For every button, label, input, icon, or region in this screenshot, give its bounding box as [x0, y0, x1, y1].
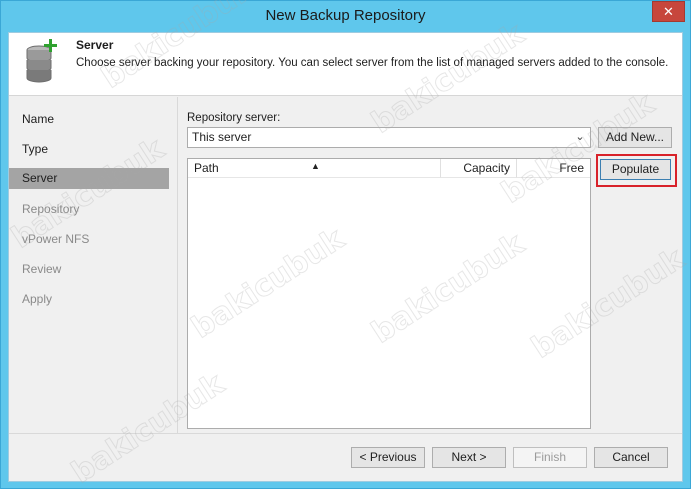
step-description: Choose server backing your repository. Y…	[76, 57, 669, 69]
chevron-down-icon[interactable]: ⌄	[574, 128, 586, 147]
column-header-capacity[interactable]: Capacity	[441, 159, 517, 178]
sort-ascending-icon: ▲	[311, 161, 320, 171]
footer-divider	[9, 433, 682, 434]
database-add-icon	[26, 39, 57, 83]
finish-button: Finish	[513, 447, 587, 468]
window-title: New Backup Repository	[265, 7, 426, 24]
nav-step-type[interactable]: Type	[9, 134, 169, 164]
column-path-label: Path	[194, 161, 219, 175]
nav-step-vpower-nfs: vPower NFS	[22, 232, 90, 246]
title-bar[interactable]: New Backup Repository ✕	[1, 1, 690, 32]
nav-step-repository: Repository	[22, 202, 80, 216]
nav-step-server[interactable]: Server	[9, 168, 169, 189]
step-title: Server	[76, 38, 114, 52]
wizard-steps-nav: Name Type Server Repository vPower NFS R…	[9, 97, 169, 433]
wizard-client-area: Server Choose server backing your reposi…	[8, 32, 683, 482]
repository-server-dropdown[interactable]: This server ⌄	[187, 127, 591, 148]
repository-server-label: Repository server:	[187, 112, 281, 124]
nav-divider	[177, 97, 178, 433]
close-button[interactable]: ✕	[652, 1, 685, 22]
wizard-header: Server Choose server backing your reposi…	[9, 33, 682, 96]
nav-step-apply: Apply	[22, 292, 53, 306]
cancel-button[interactable]: Cancel	[594, 447, 668, 468]
wizard-window: New Backup Repository ✕ Server Choose se…	[0, 0, 691, 491]
populate-button[interactable]: Populate	[600, 159, 671, 180]
add-new-button[interactable]: Add New...	[598, 127, 672, 148]
column-header-path[interactable]: Path ▲	[188, 159, 441, 178]
server-volumes-list[interactable]: Path ▲ Capacity Free	[187, 158, 591, 429]
column-header-free[interactable]: Free	[517, 159, 590, 178]
repository-server-value: This server	[192, 130, 252, 144]
nav-step-name[interactable]: Name	[9, 104, 169, 134]
previous-button[interactable]: < Previous	[351, 447, 425, 468]
nav-step-review: Review	[22, 262, 62, 276]
next-button[interactable]: Next >	[432, 447, 506, 468]
